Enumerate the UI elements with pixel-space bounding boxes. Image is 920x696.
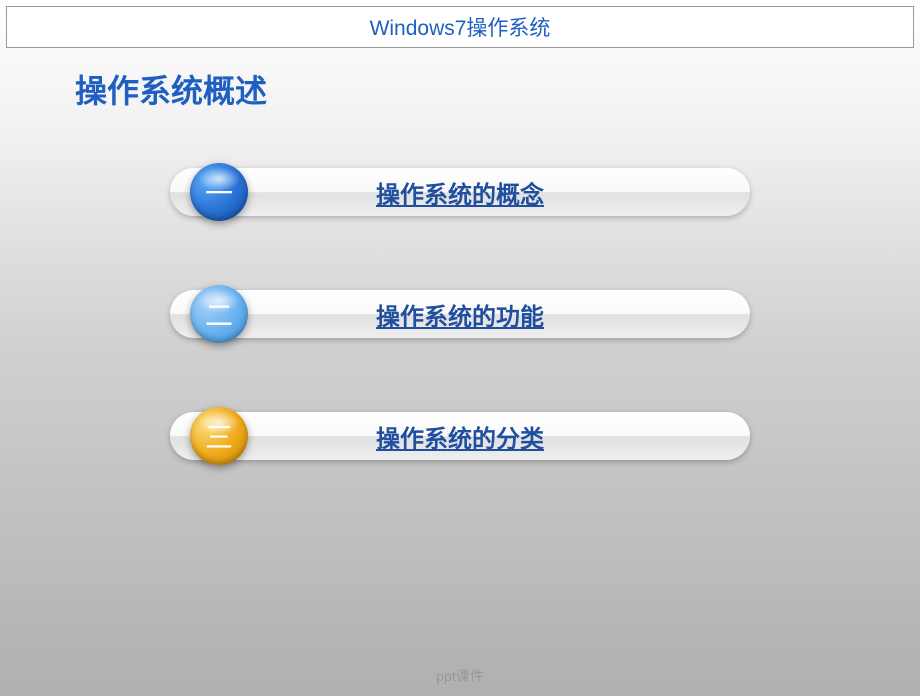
- list-item: 操作系统的功能 二: [170, 289, 750, 339]
- badge-number: 一: [205, 172, 233, 212]
- header-box: Windows7操作系统: [6, 6, 914, 48]
- section-title: 操作系统概述: [75, 66, 920, 112]
- item-pill[interactable]: 操作系统的概念: [170, 168, 750, 216]
- item-link-1[interactable]: 操作系统的概念: [376, 175, 544, 210]
- item-pill[interactable]: 操作系统的分类: [170, 412, 750, 460]
- item-link-2[interactable]: 操作系统的功能: [376, 297, 544, 332]
- badge-number: 二: [205, 294, 233, 334]
- badge-three-icon: 三: [190, 407, 248, 465]
- list-item: 操作系统的分类 三: [170, 411, 750, 461]
- badge-two-icon: 二: [190, 285, 248, 343]
- footer-text: ppt课件: [0, 666, 920, 686]
- badge-number: 三: [205, 416, 233, 456]
- item-pill[interactable]: 操作系统的功能: [170, 290, 750, 338]
- items-list: 操作系统的概念 一 操作系统的功能 二 操作系统的分类 三: [0, 167, 920, 461]
- item-link-3[interactable]: 操作系统的分类: [376, 419, 544, 454]
- badge-one-icon: 一: [190, 163, 248, 221]
- header-title: Windows7操作系统: [370, 12, 551, 42]
- list-item: 操作系统的概念 一: [170, 167, 750, 217]
